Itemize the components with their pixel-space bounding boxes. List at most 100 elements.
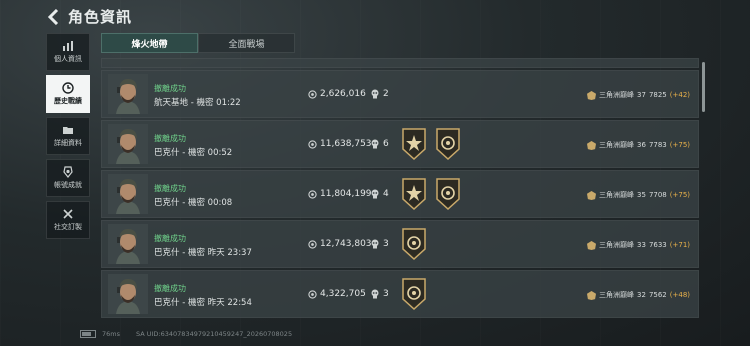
coin-icon <box>308 289 317 299</box>
extraction-status: 撤離成功 <box>154 284 186 293</box>
rank-delta: (+42) <box>669 91 690 99</box>
rank-level: 32 <box>637 291 646 299</box>
extraction-status: 撤離成功 <box>154 234 186 243</box>
extraction-status: 撤離成功 <box>154 84 186 93</box>
rank-emblem-icon <box>587 140 597 150</box>
match-row[interactable]: 撤離成功 巴克什 - 機密 00:08 11,804,199 4 三角洲巔峰 3… <box>101 170 699 218</box>
header: 角色資訊 <box>46 6 132 27</box>
rank-level: 35 <box>637 191 646 199</box>
rank-info: 三角洲巔峰 33 7633 (+71) <box>587 240 690 250</box>
rank-emblem-icon <box>587 190 597 200</box>
rank-score: 7708 <box>648 191 667 199</box>
map-and-time: 巴克什 - 機密 00:52 <box>154 148 233 158</box>
kill-count: 2 <box>370 89 389 99</box>
rank-emblem-icon <box>587 90 597 100</box>
uid-text: SA UID:6340783497921045924​7_20260708025 <box>136 330 293 338</box>
tab-full-battlefield[interactable]: 全面戰場 <box>198 33 295 53</box>
map-and-time: 航天基地 - 機密 01:22 <box>154 98 241 108</box>
bar-chart-icon <box>63 41 73 51</box>
rank-info: 三角洲巔峰 32 7562 (+48) <box>587 290 690 300</box>
loot-amount: 11,638,753 <box>320 139 372 149</box>
target-medal-icon <box>436 128 460 161</box>
history-clock-icon <box>62 82 74 94</box>
rank-score: 7783 <box>648 141 667 149</box>
rank-info: 三角洲巔峰 36 7783 (+75) <box>587 140 690 150</box>
sidebar-item-social[interactable]: 社交訂製 <box>46 201 90 239</box>
loot-amount: 2,626,016 <box>320 89 366 99</box>
medal-list <box>401 227 427 261</box>
operator-avatar <box>108 74 148 114</box>
skull-icon <box>371 289 379 299</box>
tab-hazard-zone[interactable]: 烽火地帶 <box>101 33 198 53</box>
coin-icon <box>308 239 317 249</box>
sidebar-item-details[interactable]: 詳細資料 <box>46 117 90 155</box>
scrollbar[interactable] <box>702 62 705 112</box>
kill-count: 6 <box>370 139 389 149</box>
sidebar-item-achievements[interactable]: 帳號成就 <box>46 159 90 197</box>
coin-icon <box>308 189 317 199</box>
rank-level: 36 <box>637 141 646 149</box>
skull-icon <box>371 189 379 199</box>
rank-delta: (+75) <box>669 141 690 149</box>
operator-avatar <box>108 174 148 214</box>
extraction-status: 撤離成功 <box>154 184 186 193</box>
kill-count: 3 <box>370 239 389 249</box>
loot-value: 2,626,016 <box>308 89 366 99</box>
folder-icon <box>63 127 73 134</box>
tools-icon <box>63 209 73 219</box>
kill-number: 3 <box>383 239 389 249</box>
rank-score: 7562 <box>648 291 667 299</box>
operator-avatar <box>108 124 148 164</box>
chevron-left-icon <box>47 8 59 25</box>
map-and-time: 巴克什 - 機密 00:08 <box>154 198 233 208</box>
sidebar-item-history[interactable]: 歷史戰績 <box>46 75 90 113</box>
rank-level: 37 <box>637 91 646 99</box>
rank-delta: (+48) <box>669 291 690 299</box>
sidebar-item-profile[interactable]: 個人資訊 <box>46 33 90 71</box>
kill-count: 4 <box>370 189 389 199</box>
rank-delta: (+71) <box>669 241 690 249</box>
medal-list <box>401 177 461 211</box>
rank-name: 三角洲巔峰 <box>599 291 635 299</box>
loot-amount: 12,743,803 <box>320 239 372 249</box>
match-row[interactable]: 撤離成功 巴克什 - 機密 昨天 23:37 12,743,803 3 三角洲巔… <box>101 220 699 268</box>
back-button[interactable] <box>46 7 60 27</box>
loot-value: 11,638,753 <box>308 139 372 149</box>
rank-emblem-icon <box>587 240 597 250</box>
mode-tabs: 烽火地帶 全面戰場 <box>101 33 295 53</box>
loot-amount: 4,322,705 <box>320 289 366 299</box>
match-row[interactable]: 撤離成功 航天基地 - 機密 01:22 2,626,016 2 三角洲巔峰 3… <box>101 70 699 118</box>
loot-amount: 11,804,199 <box>320 189 372 199</box>
kill-number: 3 <box>383 289 389 299</box>
coin-icon <box>308 139 317 149</box>
target-medal-icon <box>436 178 460 211</box>
operator-avatar <box>108 224 148 264</box>
list-item-partial <box>101 58 699 68</box>
skull-icon <box>371 139 379 149</box>
ping-value: 76ms <box>102 330 120 338</box>
match-history-list[interactable]: 撤離成功 航天基地 - 機密 01:22 2,626,016 2 三角洲巔峰 3… <box>101 58 699 338</box>
extraction-status: 撤離成功 <box>154 134 186 143</box>
sidebar-item-label: 歷史戰績 <box>54 97 82 105</box>
star-medal-icon <box>402 128 426 161</box>
medal-list <box>401 127 461 161</box>
map-and-time: 巴克什 - 機密 昨天 23:37 <box>154 248 252 258</box>
loot-value: 11,804,199 <box>308 189 372 199</box>
rank-name: 三角洲巔峰 <box>599 91 635 99</box>
kill-number: 2 <box>383 89 389 99</box>
rank-score: 7633 <box>648 241 667 249</box>
sidebar-item-label: 帳號成就 <box>54 181 82 189</box>
medal-list <box>401 277 427 311</box>
kill-number: 6 <box>383 139 389 149</box>
kill-count: 3 <box>370 289 389 299</box>
loot-value: 12,743,803 <box>308 239 372 249</box>
rank-name: 三角洲巔峰 <box>599 191 635 199</box>
operator-avatar <box>108 274 148 314</box>
match-row[interactable]: 撤離成功 巴克什 - 機密 00:52 11,638,753 6 三角洲巔峰 3… <box>101 120 699 168</box>
sidebar-item-label: 社交訂製 <box>54 223 82 231</box>
rank-delta: (+75) <box>669 191 690 199</box>
coin-icon <box>308 89 317 99</box>
rank-name: 三角洲巔峰 <box>599 141 635 149</box>
match-row[interactable]: 撤離成功 巴克什 - 機密 昨天 22:54 4,322,705 3 三角洲巔峰… <box>101 270 699 318</box>
rank-info: 三角洲巔峰 37 7825 (+42) <box>587 90 690 100</box>
